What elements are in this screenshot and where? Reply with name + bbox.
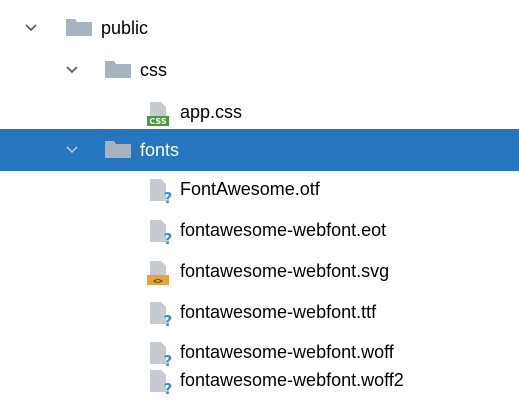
chevron-down-icon[interactable] [23, 20, 39, 36]
tree-item-label: fontawesome-webfont.eot [180, 220, 387, 240]
unknown-file-icon: ? [150, 179, 173, 205]
tree-row-fontawesome-webfont-eot[interactable]: ? fontawesome-webfont.eot [0, 209, 519, 251]
tree-item-label: app.css [180, 102, 243, 122]
svg-text:?: ? [164, 380, 173, 396]
svg-text:?: ? [164, 189, 173, 205]
svg-text:CSS: CSS [149, 117, 166, 126]
tree-row-fontawesome-webfont-woff2[interactable]: ? fontawesome-webfont.woff2 [0, 359, 519, 401]
tree-item-label: fonts [140, 140, 180, 160]
tree-row-public[interactable]: public [0, 7, 519, 49]
tree-row-fontawesome-webfont-ttf[interactable]: ? fontawesome-webfont.ttf [0, 291, 519, 333]
file-tree: public css CSS app.css fonts ? FontAweso… [0, 0, 519, 401]
chevron-down-icon[interactable] [64, 142, 80, 158]
unknown-file-icon: ? [150, 370, 173, 396]
tree-item-label: FontAwesome.otf [180, 179, 320, 199]
tree-item-label: public [101, 18, 149, 38]
tree-item-label: fontawesome-webfont.svg [180, 261, 390, 281]
unknown-file-icon: ? [150, 302, 173, 328]
tree-item-label: css [140, 60, 167, 80]
folder-icon [105, 61, 131, 78]
tree-row-css[interactable]: css [0, 49, 519, 91]
tree-item-label: fontawesome-webfont.woff2 [180, 370, 404, 390]
folder-icon [105, 141, 131, 158]
tree-row-fonts[interactable]: fonts [0, 129, 519, 171]
svg-file-icon: <> [147, 261, 169, 286]
unknown-file-icon: ? [150, 220, 173, 246]
tree-row-app-css[interactable]: CSS app.css [0, 91, 519, 133]
tree-item-label: fontawesome-webfont.ttf [180, 302, 377, 322]
folder-icon [66, 19, 92, 36]
svg-text:<>: <> [153, 277, 163, 286]
chevron-down-icon[interactable] [64, 62, 80, 78]
svg-text:?: ? [164, 312, 173, 328]
svg-text:?: ? [164, 230, 173, 246]
tree-row-fontawesome-webfont-svg[interactable]: <> fontawesome-webfont.svg [0, 250, 519, 292]
css-file-icon: CSS [147, 102, 169, 126]
tree-row-fontawesome-otf[interactable]: ? FontAwesome.otf [0, 168, 519, 210]
